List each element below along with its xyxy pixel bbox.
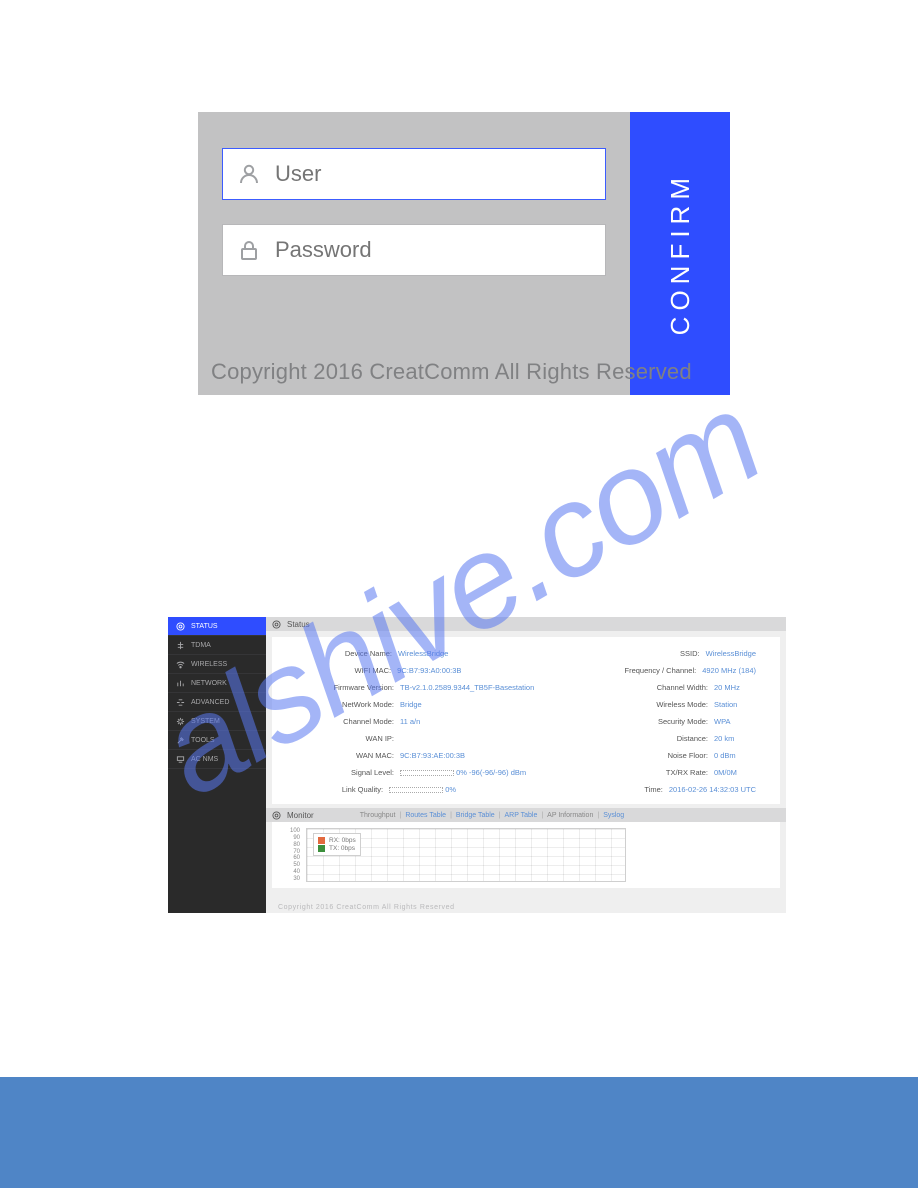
throughput-chart: RX: 0bps TX: 0bps — [306, 828, 626, 882]
sidebar-item-label: STATUS — [191, 623, 218, 630]
status-row: Firmware Version:TB-v2.1.0.2589.9344_TB5… — [296, 679, 756, 696]
y-tick: 40 — [293, 869, 300, 875]
nms-icon — [176, 755, 185, 764]
monitor-tabs: Throughput | Routes Table | Bridge Table… — [360, 812, 625, 819]
sidebar-item-wireless[interactable]: WIRELESS — [168, 655, 266, 674]
sidebar-item-label: AC NMS — [191, 756, 218, 763]
dashboard-panel: STATUS TDMA WIRELESS NETWORK ADVANCED SY… — [168, 617, 786, 913]
monitor-head-icon — [272, 811, 281, 820]
status-panel-header: Status — [266, 617, 786, 631]
sidebar-item-label: TOOLS — [191, 737, 215, 744]
confirm-button[interactable]: CONFIRM — [630, 112, 730, 395]
status-row: Device Name:WirelessBridgeSSID:WirelessB… — [296, 645, 756, 662]
sidebar-item-acnms[interactable]: AC NMS — [168, 750, 266, 769]
dashboard-copyright: Copyright 2016 CreatComm All Rights Rese… — [278, 904, 455, 911]
y-tick: 80 — [293, 842, 300, 848]
status-icon — [176, 622, 185, 631]
sidebar-item-label: WIRELESS — [191, 661, 227, 668]
tdma-icon — [176, 641, 185, 650]
status-row: WAN IP:Distance:20 km — [296, 730, 756, 747]
login-copyright: Copyright 2016 CreatComm All Rights Rese… — [211, 359, 692, 385]
status-body: Device Name:WirelessBridgeSSID:WirelessB… — [272, 637, 780, 804]
page-footer-bar — [0, 1077, 918, 1188]
status-row: Signal Level: 0% -96(-96/-96) dBmTX/RX R… — [296, 764, 756, 781]
sidebar-item-network[interactable]: NETWORK — [168, 674, 266, 693]
status-row: Channel Mode:11 a/nSecurity Mode:WPA — [296, 713, 756, 730]
sidebar-item-tdma[interactable]: TDMA — [168, 636, 266, 655]
sidebar-item-status[interactable]: STATUS — [168, 617, 266, 636]
status-row: Link Quality: 0%Time:2016-02-26 14:32:03… — [296, 781, 756, 798]
confirm-label: CONFIRM — [665, 172, 696, 335]
user-field-wrap[interactable] — [222, 148, 606, 200]
status-head-icon — [272, 620, 281, 629]
legend-swatch-rx — [318, 837, 325, 844]
sidebar: STATUS TDMA WIRELESS NETWORK ADVANCED SY… — [168, 617, 266, 913]
monitor-tab[interactable]: Syslog — [603, 812, 624, 819]
legend-swatch-tx — [318, 845, 325, 852]
monitor-tab[interactable]: ARP Table — [505, 812, 538, 819]
wireless-icon — [176, 660, 185, 669]
network-icon — [176, 679, 185, 688]
password-field-wrap[interactable] — [222, 224, 606, 276]
monitor-panel-header: Monitor Throughput | Routes Table | Brid… — [266, 808, 786, 822]
y-tick: 100 — [290, 828, 300, 834]
sidebar-item-label: TDMA — [191, 642, 211, 649]
gear-icon — [176, 717, 185, 726]
monitor-tab[interactable]: Routes Table — [405, 812, 446, 819]
legend-tx-label: TX: 0bps — [329, 845, 355, 852]
chart-legend: RX: 0bps TX: 0bps — [313, 833, 361, 856]
status-row: NetWork Mode:BridgeWireless Mode:Station — [296, 696, 756, 713]
login-panel: Copyright 2016 CreatComm All Rights Rese… — [198, 112, 730, 395]
legend-rx-label: RX: 0bps — [329, 837, 356, 844]
sidebar-item-label: SYSTEM — [191, 718, 220, 725]
progress-bar — [400, 770, 454, 776]
y-tick: 30 — [293, 876, 300, 882]
user-icon — [237, 162, 261, 186]
lock-icon — [237, 238, 261, 262]
monitor-tab[interactable]: Bridge Table — [456, 812, 495, 819]
status-row: WAN MAC:9C:B7:93:AE:00:3BNoise Floor:0 d… — [296, 747, 756, 764]
monitor-tab[interactable]: Throughput — [360, 812, 396, 819]
status-title: Status — [287, 620, 310, 629]
y-tick: 50 — [293, 862, 300, 868]
chart-y-ticks: 10090807060504030 — [290, 828, 302, 882]
advanced-icon — [176, 698, 185, 707]
sidebar-item-advanced[interactable]: ADVANCED — [168, 693, 266, 712]
sidebar-item-tools[interactable]: TOOLS — [168, 731, 266, 750]
sidebar-item-label: ADVANCED — [191, 699, 229, 706]
monitor-tab[interactable]: AP Information — [547, 812, 593, 819]
y-tick: 90 — [293, 835, 300, 841]
user-input[interactable] — [275, 161, 591, 187]
sidebar-item-label: NETWORK — [191, 680, 227, 687]
tools-icon — [176, 736, 185, 745]
chart-panel: 10090807060504030 RX: 0bps TX: 0bps — [272, 822, 780, 888]
y-tick: 70 — [293, 849, 300, 855]
y-tick: 60 — [293, 855, 300, 861]
sidebar-item-system[interactable]: SYSTEM — [168, 712, 266, 731]
status-row: WIFI MAC:9C:B7:93:A0:00:3BFrequency / Ch… — [296, 662, 756, 679]
monitor-title: Monitor — [287, 811, 314, 820]
progress-bar — [389, 787, 443, 793]
password-input[interactable] — [275, 237, 591, 263]
